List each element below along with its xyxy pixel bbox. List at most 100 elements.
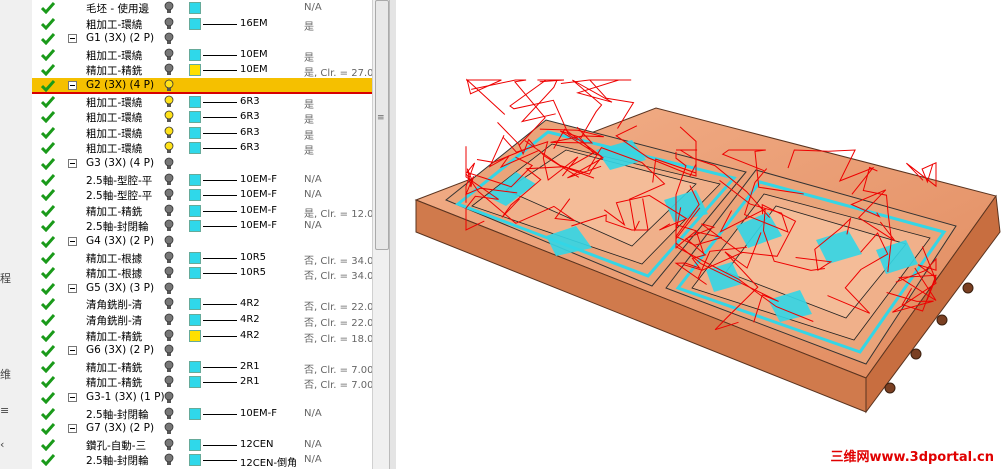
toolpath-color-swatch[interactable] [189,111,201,124]
display-bulb-icon[interactable] [164,126,174,140]
operation-group-row[interactable]: G4 (3X) (2 P) [32,234,372,250]
toolpath-color-swatch[interactable] [189,17,201,30]
display-bulb-icon[interactable] [164,329,174,343]
display-bulb-icon[interactable] [164,438,174,452]
watermark: 三维网www.3dportal.cn [830,450,994,465]
display-bulb-icon[interactable] [164,360,174,374]
toolpath-color-swatch[interactable] [189,64,201,77]
operation-row[interactable]: 精加工-精銑 10EM 是, Clr. = 27.0 [32,62,372,79]
display-bulb-icon[interactable] [164,391,174,405]
operation-row[interactable]: 2.5軸-封閉輪 12CEN-倒角 N/A [32,452,372,469]
collapse-toggle-icon[interactable] [68,237,77,246]
operation-row[interactable]: 粗加工-環繞 10EM 是 [32,47,372,64]
display-bulb-icon[interactable] [164,219,174,233]
operation-row[interactable]: 精加工-精銑 2R1 否, Clr. = 7.00 [32,359,372,376]
tool-line-icon [203,23,237,25]
operation-row[interactable]: 精加工-精銑 10EM-F 是, Clr. = 12.0 [32,203,372,220]
display-bulb-icon[interactable] [164,79,174,93]
operation-group-row[interactable]: G5 (3X) (3 P) [32,281,372,297]
display-bulb-icon[interactable] [164,235,174,249]
operation-row[interactable]: 2.5軸-封閉輪 10EM-F N/A [32,406,372,422]
toolpath-color-swatch[interactable] [189,189,201,202]
toolpath-color-swatch[interactable] [189,267,201,280]
toolpath-color-swatch[interactable] [189,298,201,311]
operation-row[interactable]: 清角銑削-清 4R2 否, Clr. = 22.0 [32,312,372,329]
display-bulb-icon[interactable] [164,422,174,436]
operation-row[interactable]: 2.5軸-封閉輪 10EM-F N/A [32,218,372,234]
toolpath-color-swatch[interactable] [189,48,201,61]
toolpath-color-swatch[interactable] [189,2,201,14]
operation-row[interactable]: 鑽孔-自動-三 12CEN N/A [32,437,372,453]
display-bulb-icon[interactable] [164,407,174,421]
operation-row[interactable]: 粗加工-環繞 6R3 是 [32,140,372,157]
display-bulb-icon[interactable] [164,48,174,62]
toolpath-color-swatch[interactable] [189,314,201,326]
display-bulb-icon[interactable] [164,32,174,46]
tool-line-icon [203,226,237,228]
toolpath-color-swatch[interactable] [189,454,201,467]
display-bulb-icon[interactable] [164,282,174,296]
toolpath-color-swatch[interactable] [189,438,201,451]
display-bulb-icon[interactable] [164,204,174,218]
operation-row[interactable]: 粗加工-環繞 6R3 是 [32,109,372,126]
operation-row[interactable]: 清角銑削-清 4R2 否, Clr. = 22.0 [32,296,372,313]
operation-group-row[interactable]: G6 (3X) (2 P) [32,343,372,359]
collapse-toggle-icon[interactable] [68,346,77,356]
operation-name: 2.5軸-封閉輪 [86,221,149,234]
toolpath-color-swatch[interactable] [189,142,201,155]
display-bulb-icon[interactable] [164,17,174,31]
display-bulb-icon[interactable] [164,344,174,358]
operation-row[interactable]: 精加工-根據 10R5 否, Clr. = 34.0 [32,265,372,282]
operation-group-row[interactable]: G2 (3X) (4 P) [32,78,372,94]
display-bulb-icon[interactable] [164,157,174,171]
scrollbar-thumb[interactable] [375,0,389,250]
toolpath-color-swatch[interactable] [189,204,201,217]
display-bulb-icon[interactable] [164,188,174,202]
tree-scrollbar[interactable]: ≡ [372,0,390,469]
collapse-toggle-icon[interactable] [68,34,77,44]
display-bulb-icon[interactable] [164,375,174,389]
toolpath-color-swatch[interactable] [189,329,201,342]
operation-row[interactable]: 粗加工-環繞 16EM 是 [32,16,372,33]
operation-row[interactable]: 精加工-精銑 2R1 否, Clr. = 7.00 [32,374,372,391]
display-bulb-icon[interactable] [164,297,174,311]
operation-row[interactable]: 粗加工-環繞 6R3 是 [32,94,372,111]
toolpath-color-swatch[interactable] [189,376,201,389]
collapse-toggle-icon[interactable] [68,283,77,293]
operation-group-row[interactable]: G7 (3X) (2 P) [32,421,372,437]
tool-name: 10EM [240,64,268,76]
display-bulb-icon[interactable] [164,95,174,109]
display-bulb-icon[interactable] [164,453,174,467]
display-bulb-icon[interactable] [164,1,174,15]
display-bulb-icon[interactable] [164,173,174,187]
operation-row[interactable]: 精加工-根據 10R5 否, Clr. = 34.0 [32,250,372,267]
collapse-toggle-icon[interactable] [68,159,77,168]
display-bulb-icon[interactable] [164,63,174,77]
toolpath-color-swatch[interactable] [189,95,201,108]
operation-row[interactable]: 2.5軸-型腔-平 10EM-F N/A [32,187,372,203]
graphics-viewport[interactable]: 三维网www.3dportal.cn [396,0,1002,469]
display-bulb-icon[interactable] [164,141,174,155]
collapse-toggle-icon[interactable] [68,81,77,90]
operation-group-row[interactable]: G3 (3X) (4 P) [32,156,372,172]
display-bulb-icon[interactable] [164,266,174,280]
operation-row[interactable]: 粗加工-環繞 6R3 是 [32,125,372,142]
collapse-toggle-icon[interactable] [68,424,77,434]
toolpath-color-swatch[interactable] [189,360,201,373]
toolpath-color-swatch[interactable] [189,220,201,233]
operation-tree[interactable]: 毛坯 - 使用邊 N/A 粗加工-環繞 16EM 是 G1 (3X) (2 P) 粗加工-環… [32,0,372,469]
toolpath-color-swatch[interactable] [189,173,201,186]
toolpath-color-swatch[interactable] [189,126,201,139]
tool-line-icon [203,304,237,306]
operation-row[interactable]: 毛坯 - 使用邊 N/A [32,0,372,16]
collapse-toggle-icon[interactable] [68,393,77,402]
display-bulb-icon[interactable] [164,313,174,327]
toolpath-color-swatch[interactable] [189,251,201,264]
display-bulb-icon[interactable] [164,251,174,265]
operation-row[interactable]: 精加工-精銑 4R2 否, Clr. = 18.0 [32,328,372,345]
toolpath-color-swatch[interactable] [189,407,201,420]
operation-group-row[interactable]: G1 (3X) (2 P) [32,31,372,47]
operation-row[interactable]: 2.5軸-型腔-平 10EM-F N/A [32,172,372,188]
display-bulb-icon[interactable] [164,110,174,124]
operation-group-row[interactable]: G3-1 (3X) (1 P) [32,390,372,406]
